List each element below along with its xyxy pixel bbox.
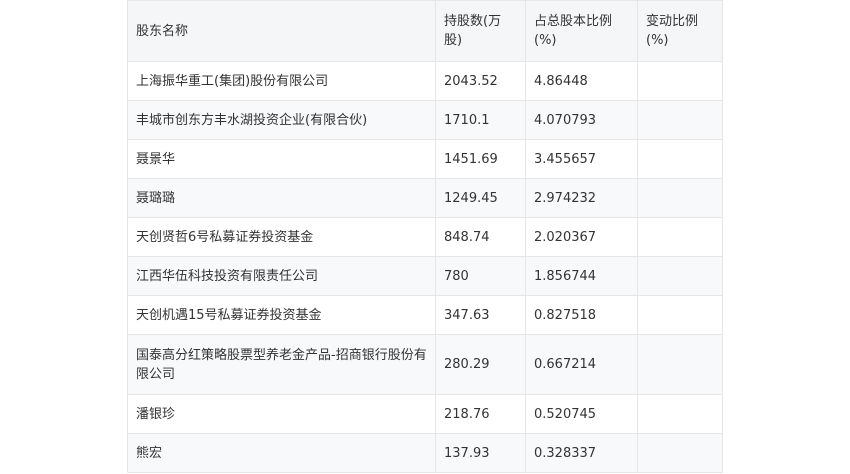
cell-name: 天创贤哲6号私募证券投资基金: [127, 217, 436, 257]
cell-ratio: 0.827518: [525, 295, 638, 335]
cell-name: 天创机遇15号私募证券投资基金: [127, 295, 436, 335]
table-row: 聂景华 1451.69 3.455657: [127, 139, 723, 179]
shareholder-table: 股东名称 持股数(万股) 占总股本比例(%) 变动比例(%) 上海振华重工(集团…: [127, 0, 723, 473]
table-row: 丰城市创东方丰水湖投资企业(有限合伙) 1710.1 4.070793: [127, 100, 723, 140]
table-row: 天创贤哲6号私募证券投资基金 848.74 2.020367: [127, 217, 723, 257]
cell-name: 熊宏: [127, 433, 436, 473]
cell-shares: 848.74: [435, 217, 526, 257]
cell-shares: 137.93: [435, 433, 526, 473]
cell-ratio: 0.520745: [525, 394, 638, 434]
cell-ratio: 0.328337: [525, 433, 638, 473]
cell-ratio: 1.856744: [525, 256, 638, 296]
cell-shares: 780: [435, 256, 526, 296]
cell-name: 丰城市创东方丰水湖投资企业(有限合伙): [127, 100, 436, 140]
cell-change: [637, 433, 723, 473]
table-body: 上海振华重工(集团)股份有限公司 2043.52 4.86448 丰城市创东方丰…: [127, 61, 723, 473]
table-header: 股东名称 持股数(万股) 占总股本比例(%) 变动比例(%): [127, 0, 723, 62]
cell-name: 聂景华: [127, 139, 436, 179]
header-name: 股东名称: [127, 0, 436, 62]
cell-shares: 218.76: [435, 394, 526, 434]
cell-ratio: 0.667214: [525, 334, 638, 395]
table-row: 天创机遇15号私募证券投资基金 347.63 0.827518: [127, 295, 723, 335]
cell-name: 国泰高分红策略股票型养老金产品-招商银行股份有限公司: [127, 334, 436, 395]
cell-ratio: 3.455657: [525, 139, 638, 179]
cell-change: [637, 178, 723, 218]
cell-shares: 1710.1: [435, 100, 526, 140]
table-row: 熊宏 137.93 0.328337: [127, 433, 723, 473]
table-row: 江西华伍科技投资有限责任公司 780 1.856744: [127, 256, 723, 296]
cell-shares: 1249.45: [435, 178, 526, 218]
cell-change: [637, 295, 723, 335]
cell-name: 潘银珍: [127, 394, 436, 434]
table-row: 上海振华重工(集团)股份有限公司 2043.52 4.86448: [127, 61, 723, 101]
cell-change: [637, 139, 723, 179]
cell-ratio: 2.020367: [525, 217, 638, 257]
cell-change: [637, 394, 723, 434]
cell-ratio: 4.86448: [525, 61, 638, 101]
cell-change: [637, 334, 723, 395]
cell-shares: 2043.52: [435, 61, 526, 101]
header-ratio: 占总股本比例(%): [525, 0, 638, 62]
cell-shares: 280.29: [435, 334, 526, 395]
table-row: 聂璐璐 1249.45 2.974232: [127, 178, 723, 218]
cell-change: [637, 100, 723, 140]
cell-change: [637, 256, 723, 296]
cell-ratio: 2.974232: [525, 178, 638, 218]
header-change: 变动比例(%): [637, 0, 723, 62]
cell-name: 聂璐璐: [127, 178, 436, 218]
cell-shares: 347.63: [435, 295, 526, 335]
cell-shares: 1451.69: [435, 139, 526, 179]
cell-name: 江西华伍科技投资有限责任公司: [127, 256, 436, 296]
cell-name: 上海振华重工(集团)股份有限公司: [127, 61, 436, 101]
table-row: 国泰高分红策略股票型养老金产品-招商银行股份有限公司 280.29 0.6672…: [127, 334, 723, 395]
cell-change: [637, 217, 723, 257]
table-row: 潘银珍 218.76 0.520745: [127, 394, 723, 434]
cell-ratio: 4.070793: [525, 100, 638, 140]
cell-change: [637, 61, 723, 101]
header-shares: 持股数(万股): [435, 0, 526, 62]
header-row: 股东名称 持股数(万股) 占总股本比例(%) 变动比例(%): [127, 0, 723, 62]
